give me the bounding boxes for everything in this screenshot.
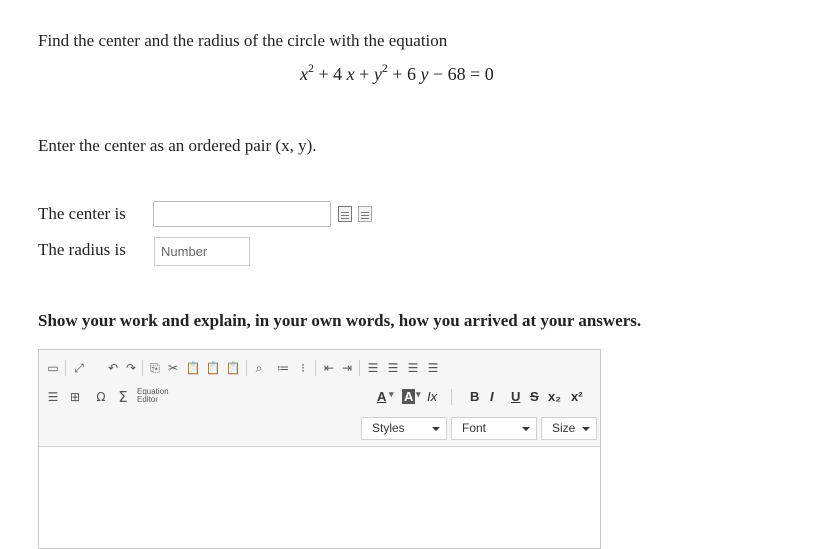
outdent-icon[interactable]: ⇤ <box>321 360 337 376</box>
copy-icon[interactable]: ⎘ <box>147 360 163 376</box>
equation-editor-button[interactable]: Equation Editor <box>137 388 169 404</box>
chevron-down-icon <box>432 427 440 431</box>
size-label: Size <box>552 421 576 435</box>
maximize-icon[interactable]: ⤢ <box>71 360 87 376</box>
toolbar-separator <box>142 360 143 376</box>
toolbar-separator <box>359 360 360 376</box>
center-instruction: Enter the center as an ordered pair (x, … <box>38 136 317 155</box>
paste-text-icon[interactable]: 📋 <box>205 360 221 376</box>
remove-format-button[interactable]: Ix <box>427 389 437 404</box>
bulleted-list-icon[interactable]: ⁝ <box>295 360 311 376</box>
special-char-icon[interactable]: Ω <box>93 389 109 405</box>
align-right-icon[interactable]: ☰ <box>405 360 421 376</box>
paste-icon[interactable]: 📋 <box>185 360 201 376</box>
align-left-icon[interactable]: ☰ <box>365 360 381 376</box>
eq-x2: x <box>346 64 355 84</box>
center-label: The center is <box>38 204 126 223</box>
eq-y: y <box>373 64 382 84</box>
paste-word-icon[interactable]: 📋 <box>225 360 241 376</box>
sigma-icon[interactable]: Σ <box>115 389 131 405</box>
size-dropdown[interactable]: Size <box>541 417 597 440</box>
chevron-down-icon[interactable]: ▾ <box>416 389 421 400</box>
underline-button[interactable]: U <box>511 389 520 404</box>
font-color-button[interactable]: A <box>377 389 386 404</box>
styles-dropdown[interactable]: Styles <box>361 417 447 440</box>
font-label: Font <box>462 421 487 435</box>
rich-text-editor[interactable]: ▭ ⤢ ↶ ↷ ⎘ ✂ 📋 📋 📋 ⌕ ≔ ⁝ ⇤ ⇥ ☰ ☰ ☰ ☰ ☰ ⊞ … <box>38 349 601 549</box>
toolbar-separator <box>246 360 247 376</box>
toolbar-separator <box>315 360 316 376</box>
redo-icon[interactable]: ↷ <box>123 360 139 376</box>
source-icon[interactable]: ▭ <box>45 360 61 376</box>
question-prompt: Find the center and the radius of the ci… <box>38 31 448 50</box>
strikethrough-button[interactable]: S <box>530 389 539 404</box>
chevron-down-icon <box>522 427 530 431</box>
italic-button[interactable]: I <box>490 389 494 404</box>
eq-x-term: + 4 <box>314 64 347 84</box>
indent-icon[interactable]: ⇥ <box>339 360 355 376</box>
radius-label: The radius is <box>38 240 126 259</box>
work-prompt: Show your work and explain, in your own … <box>38 311 642 330</box>
chevron-down-icon <box>582 427 590 431</box>
equation-editor-label-2: Editor <box>137 395 158 404</box>
preview-icon[interactable] <box>338 206 352 222</box>
subscript-button[interactable]: x₂ <box>548 389 561 404</box>
bold-button[interactable]: B <box>470 389 479 404</box>
eq-y-term: + 6 <box>387 64 421 84</box>
eq-plus: + <box>354 64 374 84</box>
eq-rest: − 68 = 0 <box>428 64 494 84</box>
align-center-icon[interactable]: ☰ <box>385 360 401 376</box>
editor-toolbar: ▭ ⤢ ↶ ↷ ⎘ ✂ 📋 📋 📋 ⌕ ≔ ⁝ ⇤ ⇥ ☰ ☰ ☰ ☰ ☰ ⊞ … <box>39 350 600 447</box>
font-dropdown[interactable]: Font <box>451 417 537 440</box>
cut-icon[interactable]: ✂ <box>165 360 181 376</box>
justify-icon[interactable]: ☰ <box>425 360 441 376</box>
bg-color-button[interactable]: A <box>402 389 416 404</box>
eq-x: x <box>300 64 308 84</box>
numbered-list-icon[interactable]: ≔ <box>275 360 291 376</box>
superscript-button[interactable]: x² <box>571 389 583 404</box>
center-input[interactable] <box>153 201 331 227</box>
help-icon[interactable] <box>358 206 372 222</box>
editor-content-area[interactable] <box>39 447 600 547</box>
chevron-down-icon[interactable]: ▾ <box>389 389 394 400</box>
undo-icon[interactable]: ↶ <box>105 360 121 376</box>
table-icon[interactable]: ⊞ <box>67 389 83 405</box>
circle-equation: x2 + 4 x + y2 + 6 y − 68 = 0 <box>300 62 494 85</box>
toolbar-separator <box>65 360 66 376</box>
find-icon[interactable]: ⌕ <box>251 360 267 376</box>
horizontal-line-icon[interactable]: ☰ <box>45 389 61 405</box>
styles-label: Styles <box>372 421 405 435</box>
toolbar-separator <box>451 389 452 405</box>
radius-input[interactable] <box>154 237 250 266</box>
